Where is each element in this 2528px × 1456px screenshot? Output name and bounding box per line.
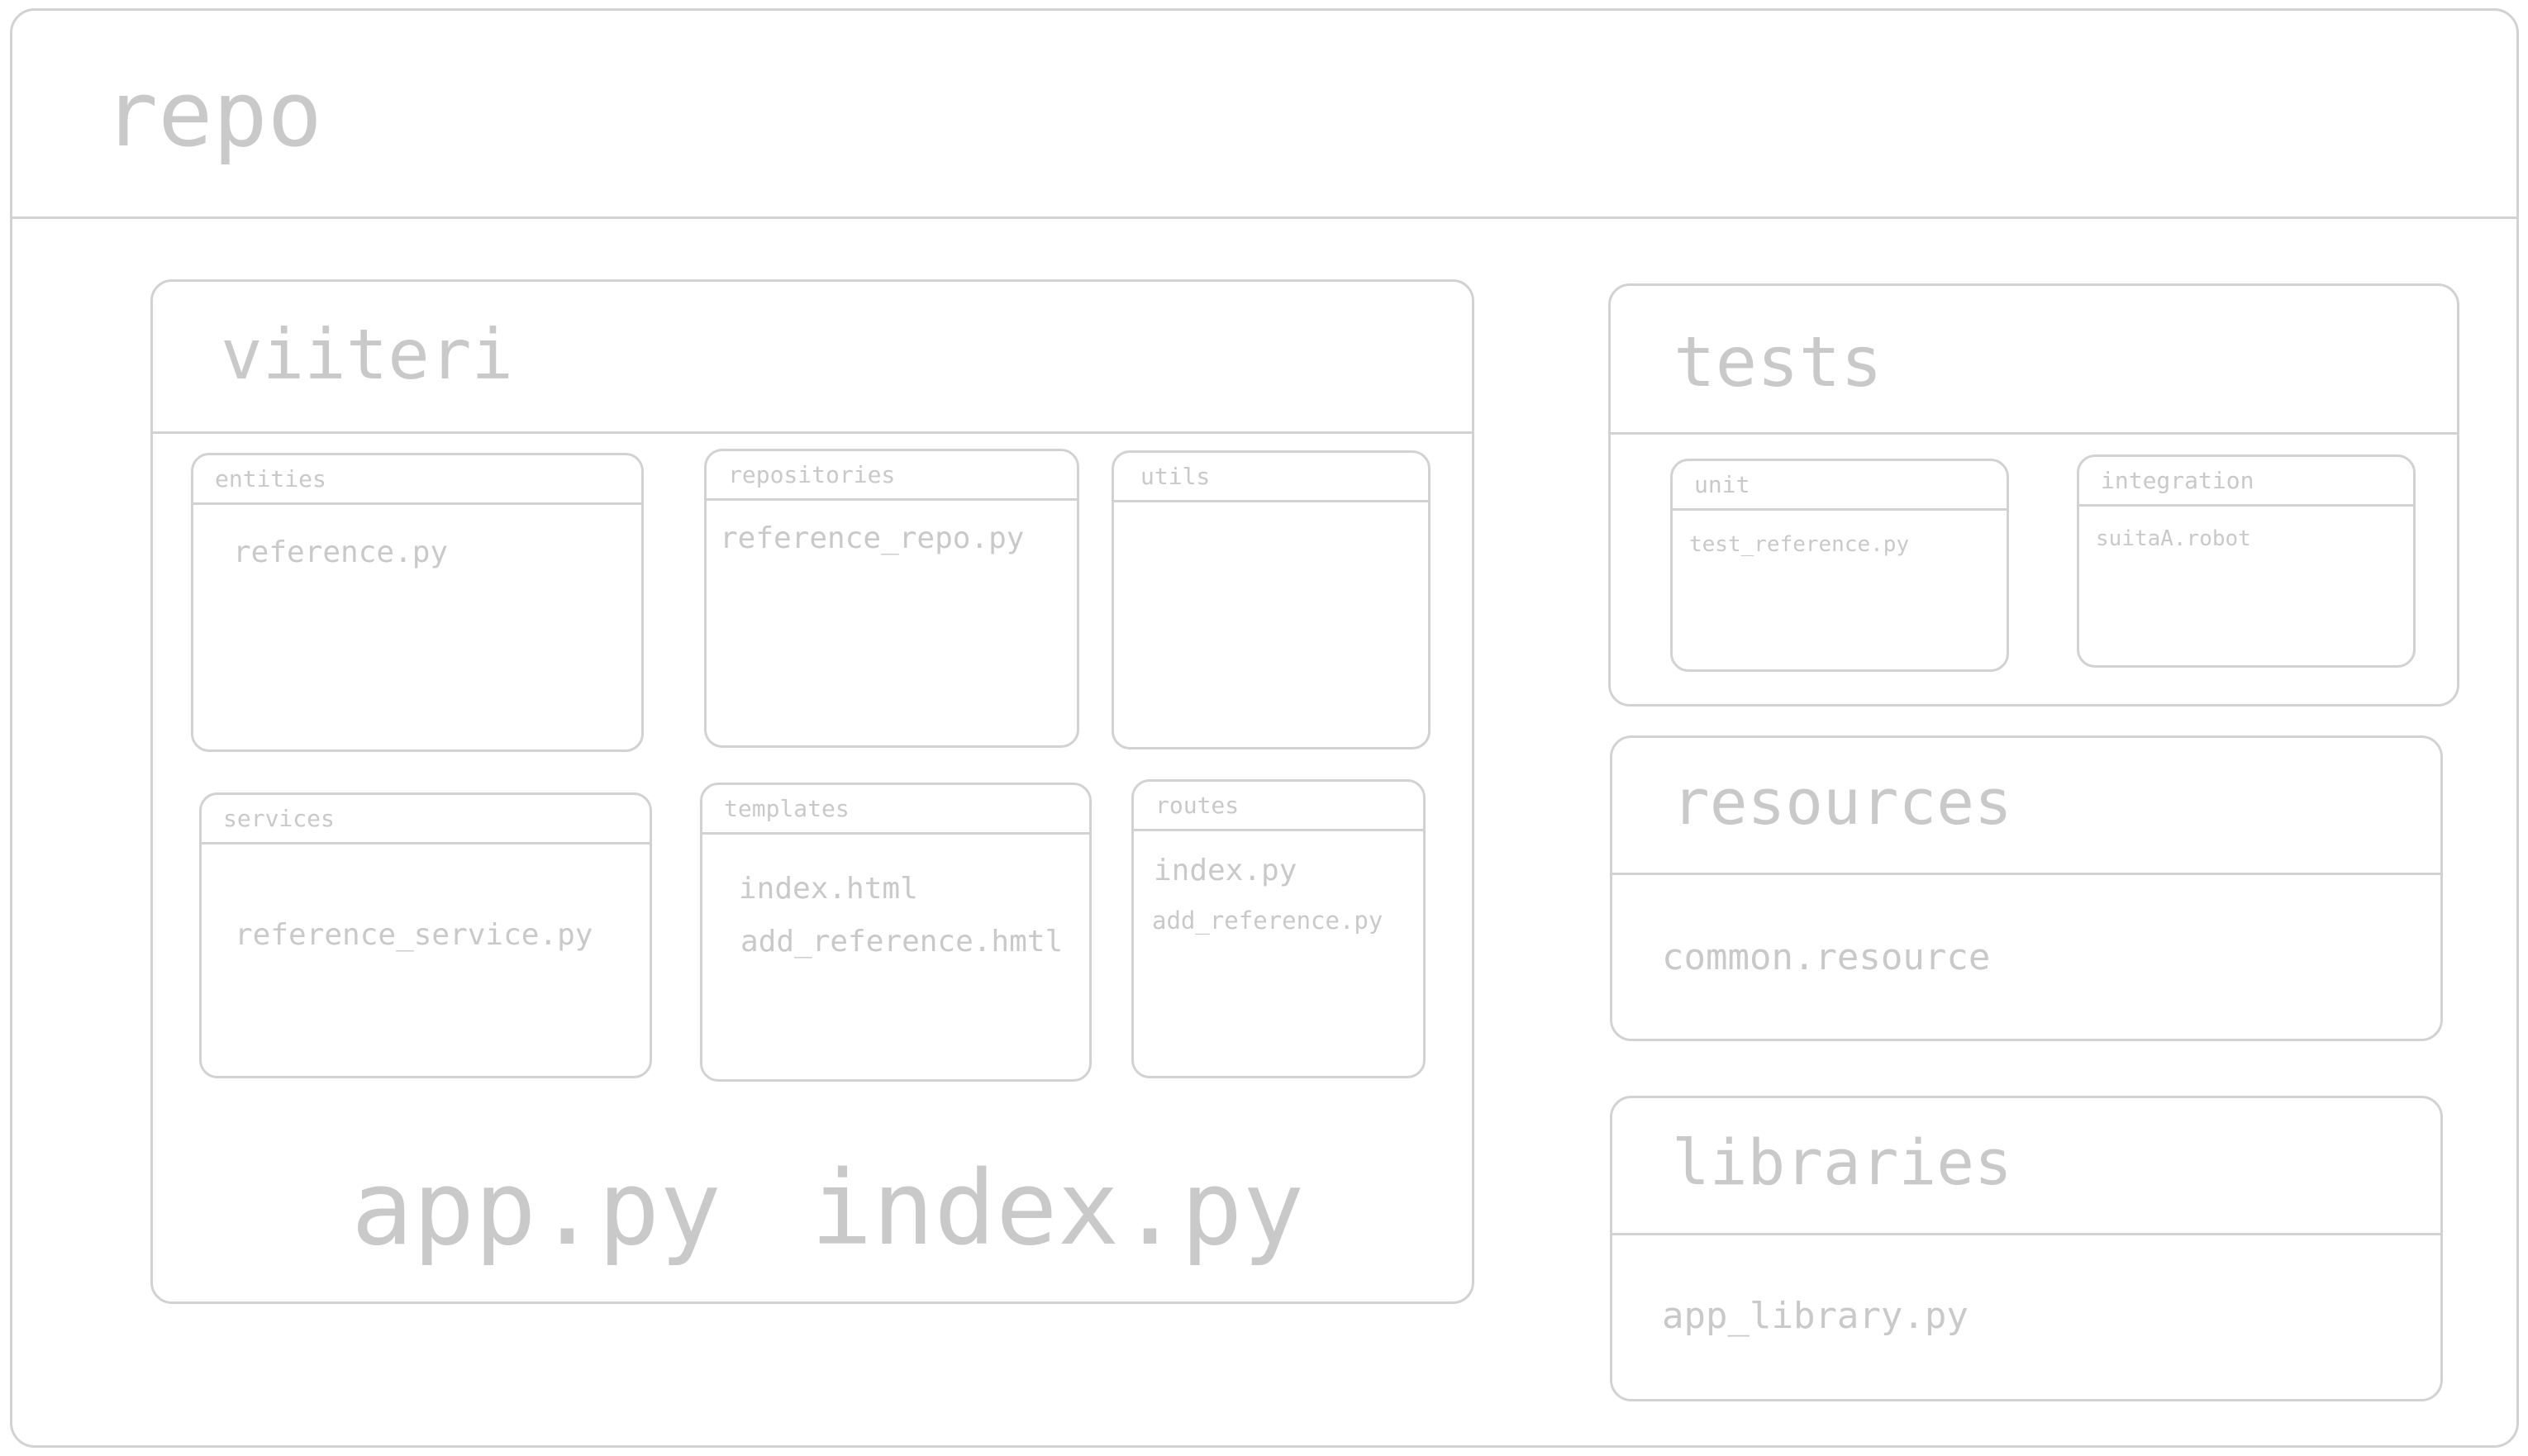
file-suitaA-robot: suitaA.robot xyxy=(2096,526,2251,551)
services-title: services xyxy=(223,805,335,832)
integration-folder: integration suitaA.robot xyxy=(2077,454,2416,668)
file-test-reference-py: test_reference.py xyxy=(1689,532,1910,557)
repo-header xyxy=(12,11,2516,219)
libraries-title: libraries xyxy=(1672,1125,2012,1199)
tests-title: tests xyxy=(1673,321,1883,402)
repositories-title: repositories xyxy=(728,461,896,488)
templates-folder: templates index.html add_reference.hmtl xyxy=(700,783,1092,1082)
resources-title: resources xyxy=(1672,765,2012,839)
file-index-py-root: index.py xyxy=(811,1149,1305,1268)
repo-title: repo xyxy=(103,61,322,167)
file-index-py: index.py xyxy=(1154,854,1297,887)
file-add-reference-hmtl: add_reference.hmtl xyxy=(740,925,1064,959)
tests-folder: tests unit test_reference.py integration… xyxy=(1608,283,2459,707)
utils-title: utils xyxy=(1140,463,1211,490)
utils-folder: utils xyxy=(1112,450,1431,749)
routes-title: routes xyxy=(1155,792,1240,819)
unit-folder: unit test_reference.py xyxy=(1670,459,2009,672)
file-reference-service-py: reference_service.py xyxy=(235,918,593,952)
file-reference-repo-py: reference_repo.py xyxy=(720,521,1025,555)
file-common-resource: common.resource xyxy=(1662,936,1991,978)
templates-title: templates xyxy=(724,795,850,822)
integration-title: integration xyxy=(2101,467,2254,494)
file-reference-py: reference.py xyxy=(233,535,449,569)
routes-folder: routes index.py add_reference.py xyxy=(1131,779,1426,1078)
viiteri-folder: viiteri entities reference.py repositori… xyxy=(150,279,1474,1304)
services-folder: services reference_service.py xyxy=(199,792,652,1078)
unit-title: unit xyxy=(1694,471,1750,498)
file-app-library-py: app_library.py xyxy=(1662,1295,1969,1337)
resources-folder: resources common.resource xyxy=(1610,735,2443,1041)
entities-title: entities xyxy=(215,465,326,492)
libraries-folder: libraries app_library.py xyxy=(1610,1096,2443,1401)
entities-folder: entities reference.py xyxy=(191,453,644,752)
repositories-folder: repositories reference_repo.py xyxy=(704,449,1079,748)
file-app-py: app.py xyxy=(351,1149,721,1268)
viiteri-title: viiteri xyxy=(221,314,514,395)
file-index-html: index.html xyxy=(739,872,918,906)
file-add-reference-py: add_reference.py xyxy=(1152,906,1383,935)
